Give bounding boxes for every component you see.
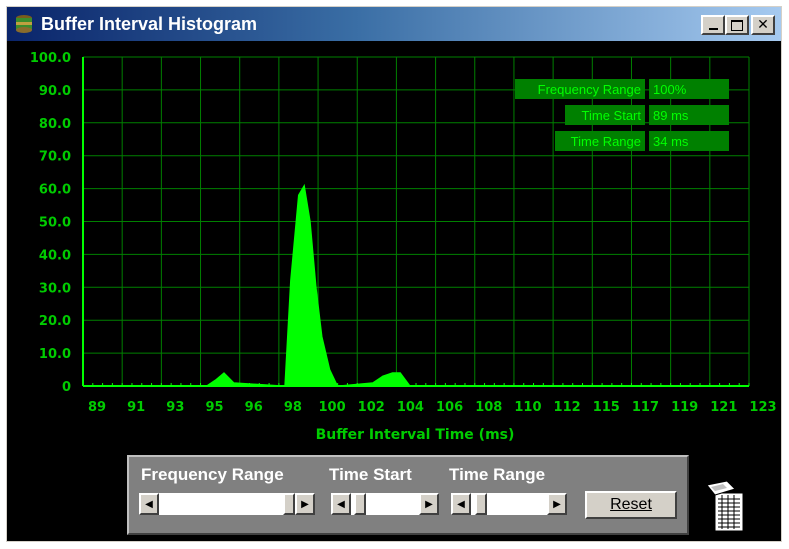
x-tick-label: 89 — [88, 400, 106, 415]
y-tick-label: 40.0 — [39, 248, 71, 263]
x-tick-label: 112 — [554, 400, 581, 415]
x-tick-label: 93 — [166, 400, 184, 415]
arrow-left-icon: ◀ — [337, 498, 345, 510]
y-tick-label: 30.0 — [39, 281, 71, 296]
time-range-left-arrow[interactable]: ◀ — [451, 493, 471, 515]
time-range-scrollbar[interactable]: ◀ ▶ — [451, 493, 567, 515]
arrow-right-icon: ▶ — [425, 498, 433, 510]
reset-button-label: Reset — [610, 496, 652, 513]
maximize-icon — [731, 19, 743, 31]
time-start-thumb[interactable] — [354, 493, 367, 515]
y-tick-label: 100.0 — [30, 51, 71, 66]
frequency-range-scrollbar[interactable]: ◀ ▶ — [139, 493, 315, 515]
arrow-left-icon: ◀ — [457, 498, 465, 510]
x-tick-label: 119 — [671, 400, 698, 415]
frequency-range-left-arrow[interactable]: ◀ — [139, 493, 159, 515]
arrow-right-icon: ▶ — [553, 498, 561, 510]
y-tick-label: 90.0 — [39, 84, 71, 99]
info-label: Time Start — [582, 108, 642, 123]
x-tick-label: 123 — [749, 400, 776, 415]
frequency-range-label: Frequency Range — [141, 465, 284, 484]
minimize-icon — [708, 28, 718, 30]
x-tick-label: 100 — [318, 400, 345, 415]
info-label: Time Range — [571, 134, 641, 149]
time-start-left-arrow[interactable]: ◀ — [331, 493, 351, 515]
info-label: Frequency Range — [538, 82, 641, 97]
x-tick-label: 108 — [475, 400, 502, 415]
x-tick-label: 102 — [358, 400, 385, 415]
y-tick-label: 50.0 — [39, 216, 71, 231]
x-tick-label: 106 — [436, 400, 463, 415]
minimize-button[interactable] — [701, 15, 725, 35]
app-icon[interactable] — [13, 14, 35, 34]
y-tick-label: 10.0 — [39, 347, 71, 362]
time-range-right-arrow[interactable]: ▶ — [547, 493, 567, 515]
histogram-area — [204, 183, 412, 387]
time-start-label: Time Start — [329, 465, 412, 484]
x-tick-label: 98 — [284, 400, 302, 415]
reset-button[interactable]: Reset — [585, 491, 677, 519]
info-value: 100% — [653, 82, 687, 97]
time-start-scrollbar[interactable]: ◀ ▶ — [331, 493, 439, 515]
arrow-right-icon: ▶ — [301, 498, 309, 510]
y-tick-label: 0 — [62, 380, 71, 395]
x-axis-label: Buffer Interval Time (ms) — [316, 427, 515, 443]
maximize-button[interactable] — [725, 15, 749, 35]
info-value: 34 ms — [653, 134, 689, 149]
x-tick-label: 121 — [710, 400, 737, 415]
y-tick-label: 70.0 — [39, 150, 71, 165]
x-tick-label: 95 — [205, 400, 223, 415]
time-start-right-arrow[interactable]: ▶ — [419, 493, 439, 515]
title-bar[interactable]: Buffer Interval Histogram ✕ — [7, 7, 781, 41]
time-range-thumb[interactable] — [474, 493, 487, 515]
y-tick-label: 60.0 — [39, 183, 71, 198]
frequency-range-right-arrow[interactable]: ▶ — [295, 493, 315, 515]
controls-panel: Frequency Range Time Start Time Range ◀ … — [127, 455, 689, 535]
window-title: Buffer Interval Histogram — [41, 13, 258, 34]
x-tick-label: 115 — [593, 400, 620, 415]
histogram-chart: 100.0 90.0 80.0 70.0 60.0 50.0 40.0 30.0 20.0 10.… — [30, 51, 777, 443]
x-tick-label: 110 — [514, 400, 541, 415]
y-tick-label: 20.0 — [39, 314, 71, 329]
printer-icon[interactable] — [705, 477, 749, 533]
x-tick-label: 117 — [632, 400, 659, 415]
frequency-range-thumb[interactable] — [283, 493, 295, 515]
close-button[interactable]: ✕ — [751, 15, 775, 35]
arrow-left-icon: ◀ — [145, 498, 153, 510]
x-tick-label: 91 — [127, 400, 145, 415]
y-tick-label: 80.0 — [39, 117, 71, 132]
x-tick-label: 96 — [245, 400, 263, 415]
histogram-window: Buffer Interval Histogram ✕ 100.0 90.0 80.… — [6, 6, 782, 542]
close-icon: ✕ — [757, 17, 769, 33]
time-range-label: Time Range — [449, 465, 546, 484]
x-tick-label: 104 — [397, 400, 424, 415]
info-value: 89 ms — [653, 108, 689, 123]
